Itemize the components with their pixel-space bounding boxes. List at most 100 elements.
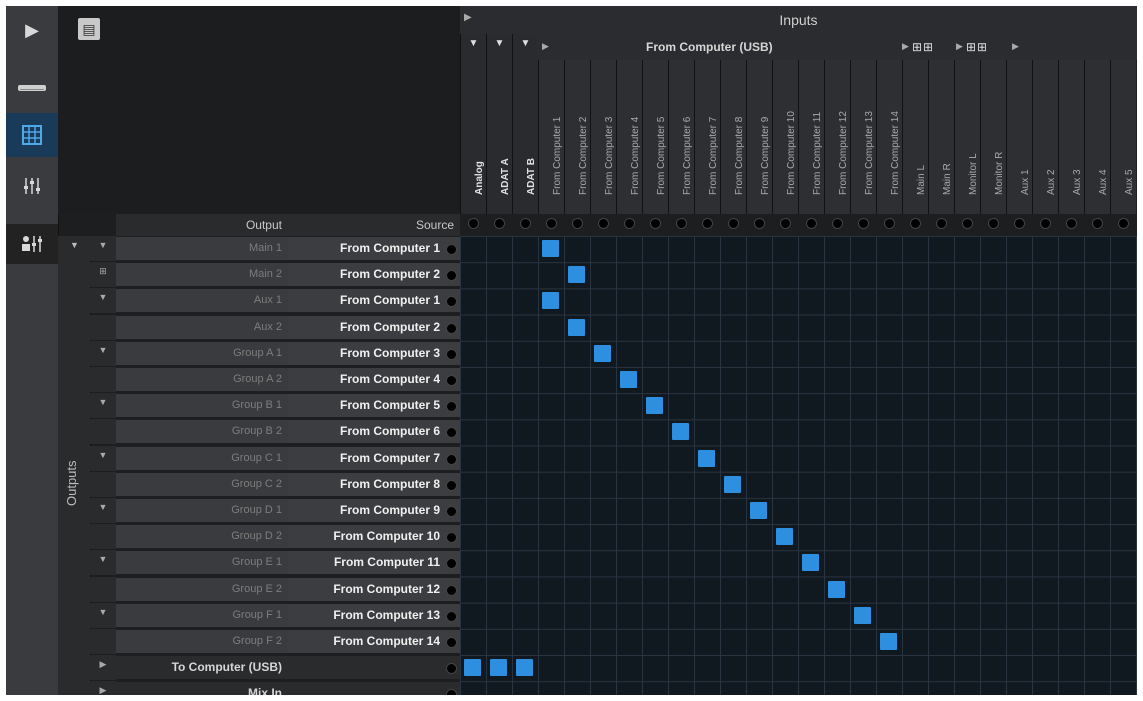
collapse-arrow-icon[interactable]: ▼ [90, 498, 116, 523]
route-active-cell[interactable] [698, 449, 715, 467]
stereo-link-icon[interactable] [90, 629, 116, 654]
route-active-cell[interactable] [724, 475, 741, 493]
input-column-header[interactable]: From Computer 5 [642, 60, 668, 214]
routing-grid-icon[interactable] [6, 113, 58, 157]
mixer-faders-icon[interactable] [6, 164, 58, 208]
output-row[interactable]: ▼ Group B 1 From Computer 5 [90, 393, 460, 419]
route-active-cell[interactable] [568, 318, 585, 336]
input-column-header[interactable]: Aux 5 [1110, 60, 1136, 214]
input-group-header[interactable]: ▼ ADAT A [486, 34, 512, 214]
expand-arrow-icon[interactable]: ▶ [542, 41, 549, 52]
input-column-header[interactable]: From Computer 1 [538, 60, 564, 214]
input-column-header[interactable]: Main L [902, 60, 928, 214]
route-active-cell[interactable] [802, 554, 819, 572]
output-row[interactable]: ▼ Group F 1 From Computer 13 [90, 602, 460, 628]
input-column-header[interactable]: From Computer 13 [850, 60, 876, 214]
input-column-header[interactable]: Aux 1 [1006, 60, 1032, 214]
input-column-header[interactable]: Monitor R [980, 60, 1006, 214]
source-name[interactable]: From Computer 2 [288, 263, 460, 287]
output-section-row[interactable]: ▶ Mix In [90, 681, 460, 695]
route-active-cell[interactable] [750, 502, 767, 519]
device-icon[interactable] [6, 66, 58, 110]
route-active-cell[interactable] [828, 580, 845, 598]
source-name[interactable]: From Computer 7 [288, 446, 460, 470]
expand-arrow-icon[interactable]: ▶ [90, 655, 116, 681]
stereo-link-icon[interactable] [90, 367, 116, 392]
expand-arrow-icon[interactable]: ▶ [6, 8, 58, 52]
input-column-header[interactable]: Aux 3 [1058, 60, 1084, 214]
input-column-header[interactable]: From Computer 6 [668, 60, 694, 214]
stereo-link-icon[interactable] [90, 576, 116, 602]
expand-arrow-icon[interactable]: ▶ [90, 681, 116, 695]
input-column-header[interactable]: From Computer 14 [876, 60, 902, 214]
route-active-cell[interactable] [516, 659, 533, 677]
stereo-link-icon[interactable] [90, 419, 116, 445]
collapse-arrow-icon[interactable]: ▼ [70, 240, 79, 250]
collapse-arrow-icon[interactable]: ▼ [90, 236, 116, 261]
input-column-header[interactable]: From Computer 11 [798, 60, 824, 214]
source-name[interactable]: From Computer 12 [288, 577, 460, 601]
source-name[interactable]: From Computer 14 [288, 630, 460, 653]
input-column-header[interactable]: From Computer 2 [564, 60, 590, 214]
output-row[interactable]: ▼ Group E 1 From Computer 11 [90, 550, 460, 576]
route-active-cell[interactable] [464, 659, 481, 677]
output-row[interactable]: ▼ Aux 1 From Computer 1 [90, 288, 460, 314]
route-active-cell[interactable] [646, 397, 663, 415]
output-row[interactable]: ▼ Main 1 From Computer 1 [90, 236, 460, 261]
route-active-cell[interactable] [594, 344, 611, 362]
stereo-link-icon[interactable] [90, 314, 116, 340]
route-active-cell[interactable] [776, 528, 793, 546]
expand-arrow-icon[interactable]: ▶ [1012, 41, 1019, 52]
stereo-link-icon[interactable] [90, 524, 116, 550]
route-active-cell[interactable] [568, 266, 585, 284]
routing-grid[interactable] [460, 236, 1137, 695]
source-name[interactable]: From Computer 3 [288, 341, 460, 365]
input-column-header[interactable]: From Computer 3 [590, 60, 616, 214]
input-column-header[interactable]: From Computer 9 [746, 60, 772, 214]
view-toggle-icon[interactable]: ▤ [78, 18, 100, 40]
input-column-header[interactable]: From Computer 7 [694, 60, 720, 214]
output-row[interactable]: Group E 2 From Computer 12 [90, 576, 460, 602]
collapse-arrow-icon[interactable]: ▼ [90, 288, 116, 314]
output-row[interactable]: ▼ Group C 1 From Computer 7 [90, 445, 460, 471]
stereo-link-icon[interactable] [90, 471, 116, 497]
output-row[interactable]: ▼ Group A 1 From Computer 3 [90, 340, 460, 366]
stereo-link-icon[interactable]: ⊞⊞ [966, 40, 988, 54]
input-column-header[interactable]: From Computer 12 [824, 60, 850, 214]
stereo-link-icon[interactable]: ⊞ [90, 262, 116, 288]
input-column-header[interactable]: From Computer 4 [616, 60, 642, 214]
collapse-arrow-icon[interactable]: ▼ [90, 550, 116, 576]
input-column-header[interactable]: From Computer 8 [720, 60, 746, 214]
input-column-header[interactable]: From Computer 10 [772, 60, 798, 214]
user-mixer-icon[interactable] [6, 224, 58, 264]
source-name[interactable]: From Computer 4 [288, 368, 460, 391]
input-group-header[interactable]: ▼ Analog [460, 34, 486, 214]
expand-arrow-icon[interactable]: ▶ [902, 41, 909, 52]
collapse-arrow-icon[interactable]: ▼ [90, 445, 116, 471]
input-column-header[interactable]: Monitor L [954, 60, 980, 214]
source-name[interactable]: From Computer 8 [288, 472, 460, 496]
output-row[interactable]: ▼ Group D 1 From Computer 9 [90, 498, 460, 523]
route-active-cell[interactable] [542, 292, 559, 310]
stereo-link-icon[interactable]: ⊞⊞ [912, 40, 934, 54]
collapse-arrow-icon[interactable]: ▼ [90, 393, 116, 419]
source-name[interactable]: From Computer 5 [288, 394, 460, 418]
input-column-header[interactable]: Main R [928, 60, 954, 214]
input-group-header[interactable]: ▼ ADAT B [512, 34, 538, 214]
output-section-row[interactable]: ▶ To Computer (USB) [90, 655, 460, 681]
usb-input-group-header[interactable]: ▶ From Computer (USB) ▶ ⊞⊞ ▶ ⊞⊞ ▶ [536, 34, 1137, 61]
source-name[interactable]: From Computer 11 [288, 551, 460, 575]
route-active-cell[interactable] [620, 371, 637, 388]
output-row[interactable]: Group A 2 From Computer 4 [90, 367, 460, 392]
source-name[interactable]: From Computer 13 [288, 603, 460, 627]
output-row[interactable]: Group D 2 From Computer 10 [90, 524, 460, 550]
route-active-cell[interactable] [542, 240, 559, 257]
route-active-cell[interactable] [672, 423, 689, 441]
route-active-cell[interactable] [490, 659, 507, 677]
source-name[interactable]: From Computer 9 [288, 499, 460, 522]
source-name[interactable]: From Computer 1 [288, 237, 460, 260]
output-row[interactable]: Aux 2 From Computer 2 [90, 314, 460, 340]
source-name[interactable]: From Computer 10 [288, 525, 460, 549]
source-name[interactable]: From Computer 6 [288, 420, 460, 444]
expand-arrow-icon[interactable]: ▶ [956, 41, 963, 52]
